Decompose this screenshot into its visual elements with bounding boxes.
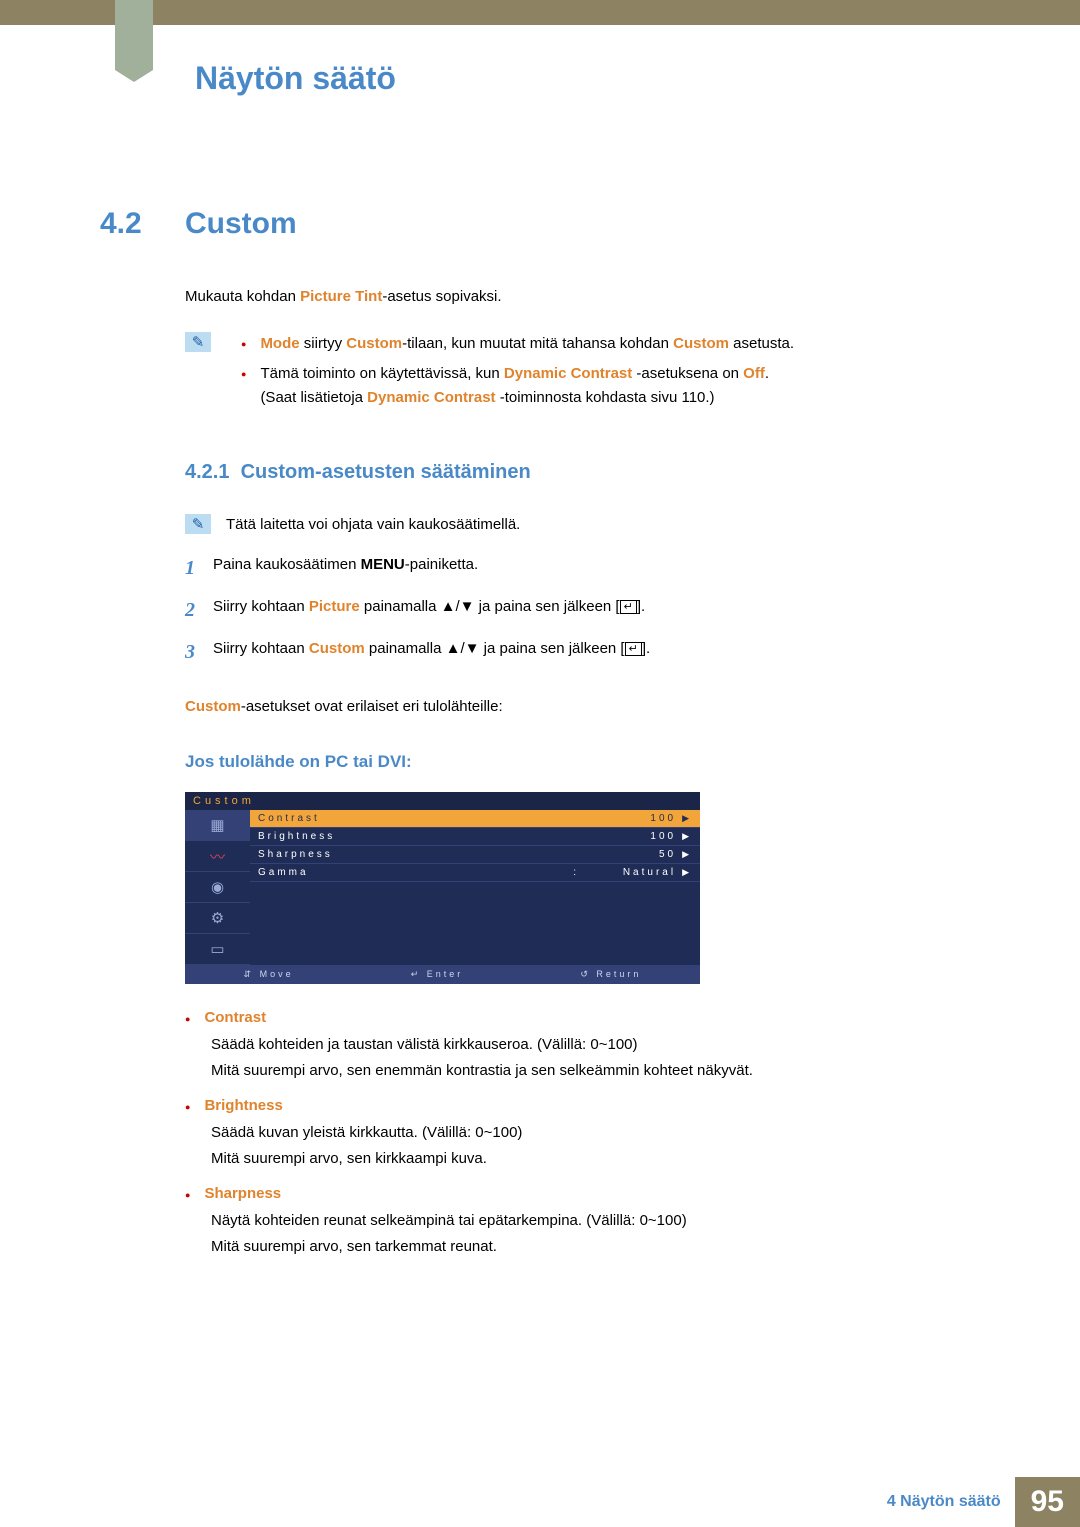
osd-menu: Custom ▦ 〰 ◉ ⚙ ▭ Contrast 100 ▶: [185, 792, 700, 984]
osd-row-gamma: Gamma : Natural ▶: [250, 864, 700, 882]
desc-title-contrast: Contrast: [204, 1009, 266, 1026]
note-block-1: ✎ ● Mode siirtyy Custom-tilaan, kun muut…: [185, 332, 980, 416]
desc-title-sharpness: Sharpness: [204, 1185, 281, 1202]
subsection-heading: 4.2.1 Custom-asetusten säätäminen: [185, 461, 980, 484]
list-item: ● Sharpness: [185, 1185, 980, 1202]
osd-main: Contrast 100 ▶ Brightness 100 ▶ Sharpnes…: [250, 810, 700, 965]
step-number: 2: [185, 596, 213, 624]
osd-tab-option-icon: ⚙: [185, 903, 250, 934]
chevron-right-icon: ▶: [682, 849, 692, 860]
desc-body: Näytä kohteiden reunat selkeämpinä tai e…: [211, 1208, 980, 1259]
bullet-icon: ●: [241, 337, 246, 356]
osd-tab-sound-icon: 〰: [185, 841, 250, 872]
footer-chapter: 4 Näytön säätö: [887, 1493, 1001, 1511]
osd-footer: ⇵ Move ↵ Enter ↺ Return: [185, 965, 700, 984]
chapter-title: Näytön säätö: [195, 60, 980, 97]
osd-sidebar: ▦ 〰 ◉ ⚙ ▭: [185, 810, 250, 965]
note-icon: ✎: [185, 514, 211, 534]
paragraph: Custom-asetukset ovat erilaiset eri tulo…: [185, 696, 980, 717]
osd-tab-picture-icon: ▦: [185, 810, 250, 841]
note-item: ● Mode siirtyy Custom-tilaan, kun muutat…: [241, 332, 980, 356]
osd-tab-setup-icon: ◉: [185, 872, 250, 903]
osd-row-sharpness: Sharpness 50 ▶: [250, 846, 700, 864]
bullet-icon: ●: [185, 1102, 190, 1114]
enter-icon: ↵: [620, 600, 637, 614]
step-number: 3: [185, 638, 213, 666]
list-item: ● Contrast: [185, 1009, 980, 1026]
chevron-right-icon: ▶: [682, 813, 692, 824]
move-icon: ⇵: [244, 969, 255, 979]
intro-paragraph: Mukauta kohdan Picture Tint-asetus sopiv…: [185, 286, 980, 307]
list-item: ● Brightness: [185, 1097, 980, 1114]
desc-title-brightness: Brightness: [204, 1097, 282, 1114]
chevron-right-icon: ▶: [682, 831, 692, 842]
chevron-right-icon: ▶: [682, 867, 692, 878]
desc-body: Säädä kuvan yleistä kirkkautta. (Välillä…: [211, 1120, 980, 1171]
osd-tab-multi-icon: ▭: [185, 934, 250, 965]
section-number: 4.2: [100, 207, 185, 241]
osd-row-brightness: Brightness 100 ▶: [250, 828, 700, 846]
note-inline: ✎ Tätä laitetta voi ohjata vain kaukosää…: [185, 514, 980, 534]
top-bar: [0, 0, 1080, 25]
step-number: 1: [185, 554, 213, 582]
enter-icon: ↵: [625, 642, 642, 656]
bullet-icon: ●: [241, 367, 246, 410]
step-2: 2 Siirry kohtaan Picture painamalla ▲/▼ …: [185, 596, 980, 624]
return-icon: ↺: [580, 969, 591, 979]
note-icon: ✎: [185, 332, 211, 352]
page-number: 95: [1015, 1477, 1080, 1527]
up-down-icon: ▲/▼: [446, 640, 480, 657]
step-1: 1 Paina kaukosäätimen MENU-painiketta.: [185, 554, 980, 582]
desc-body: Säädä kohteiden ja taustan välistä kirkk…: [211, 1032, 980, 1083]
sub-heading: Jos tulolähde on PC tai DVI:: [185, 752, 980, 772]
section-title: Custom: [185, 207, 297, 241]
chapter-marker: [115, 0, 153, 70]
bullet-icon: ●: [185, 1190, 190, 1202]
osd-title: Custom: [185, 792, 700, 810]
osd-row-contrast: Contrast 100 ▶: [250, 810, 700, 828]
note-item: ● Tämä toiminto on käytettävissä, kun Dy…: [241, 362, 980, 410]
step-3: 3 Siirry kohtaan Custom painamalla ▲/▼ j…: [185, 638, 980, 666]
enter-icon: ↵: [411, 969, 422, 979]
up-down-icon: ▲/▼: [441, 598, 475, 615]
page-footer: 4 Näytön säätö 95: [0, 1477, 1080, 1527]
bullet-icon: ●: [185, 1014, 190, 1026]
